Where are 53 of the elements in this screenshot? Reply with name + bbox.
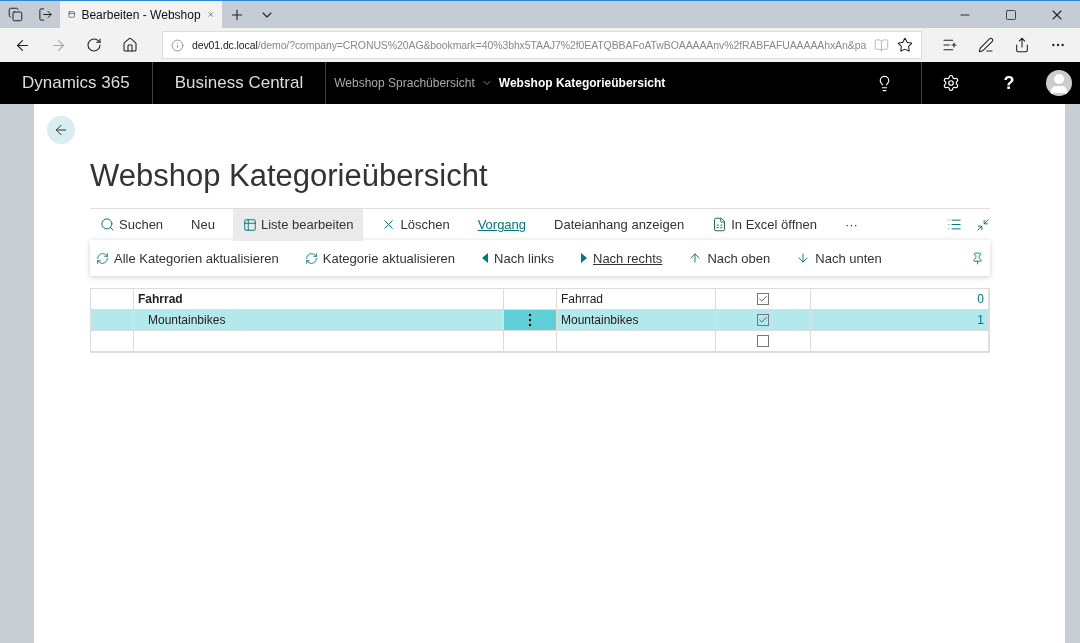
spreadsheet-icon[interactable] <box>712 217 728 232</box>
checkbox[interactable] <box>757 293 769 305</box>
description-cell: Mountainbikes <box>557 310 716 331</box>
share-icon[interactable] <box>1014 37 1030 53</box>
collapse-icon[interactable] <box>976 217 990 232</box>
checkbox[interactable] <box>757 314 769 326</box>
refresh-icon[interactable] <box>86 37 102 53</box>
list-icon[interactable] <box>947 217 962 232</box>
back-button[interactable] <box>47 116 75 144</box>
set-aside-icon[interactable] <box>37 7 53 22</box>
action-button[interactable]: Vorgang <box>467 208 537 241</box>
settings-icon[interactable] <box>942 74 960 92</box>
back-arrow-icon[interactable] <box>53 122 69 138</box>
action-button[interactable]: In Excel öffnen <box>702 208 827 241</box>
tabs-icon[interactable] <box>7 7 23 22</box>
table-edit-icon[interactable] <box>242 217 257 232</box>
action-button[interactable]: Liste bearbeiten <box>232 208 364 241</box>
help-button[interactable]: ? <box>980 62 1038 104</box>
action-button[interactable]: Löschen <box>371 208 460 241</box>
info-icon[interactable] <box>171 38 184 52</box>
pin-icon[interactable] <box>971 251 984 265</box>
action-button[interactable]: Nach unten <box>796 250 882 266</box>
vertical-dots-icon[interactable] <box>528 313 532 327</box>
browser-tab[interactable]: Bearbeiten - Webshop <box>60 0 222 29</box>
breadcrumb-link[interactable]: Webshop Kategorieübersicht <box>498 76 666 90</box>
action-button[interactable]: Nach rechts <box>580 250 663 266</box>
page-title: Webshop Kategorieübersicht <box>90 158 489 194</box>
address-field[interactable]: dev01.dc.local/demo/?company=CRONUS%20AG&bookmark=40%3bhx5TAAJ7%2f0EATQBBAFoATwBOAAAAAnv%2fRABFAFUAAAAAhxAn&pa <box>162 31 922 59</box>
pen-icon[interactable] <box>978 37 994 53</box>
right-triangle-icon <box>580 253 588 263</box>
star-icon[interactable] <box>897 37 913 53</box>
left-triangle-icon <box>481 253 490 263</box>
avatar[interactable] <box>1046 70 1072 96</box>
checkbox[interactable] <box>757 335 769 347</box>
action-button[interactable]: Neu <box>181 208 225 241</box>
action-button[interactable]: Kategorie aktualisieren <box>304 250 456 266</box>
description-cell: Fahrrad <box>557 289 716 310</box>
action-button[interactable]: Suchen <box>90 208 174 241</box>
count-cell[interactable] <box>811 331 989 352</box>
action-button[interactable]: Alle Kategorien aktualisieren <box>96 250 279 266</box>
action-button[interactable]: Dateianhang anzeigen <box>544 208 695 241</box>
maximize-icon[interactable] <box>1005 8 1017 21</box>
action-button[interactable]: Nach oben <box>688 250 771 266</box>
name-cell: Fahrrad <box>134 289 504 310</box>
name-cell: Mountainbikes <box>134 310 504 331</box>
breadcrumb-link[interactable]: Webshop Sprachübersicht <box>334 76 475 90</box>
action-button[interactable]: Nach links <box>481 250 554 266</box>
favorites-icon[interactable] <box>942 37 958 53</box>
count-cell[interactable]: 1 <box>811 310 989 331</box>
count-cell[interactable]: 0 <box>811 289 989 310</box>
home-icon[interactable] <box>122 37 138 53</box>
more-button[interactable]: ··· <box>834 208 868 241</box>
search-icon[interactable] <box>100 217 115 232</box>
